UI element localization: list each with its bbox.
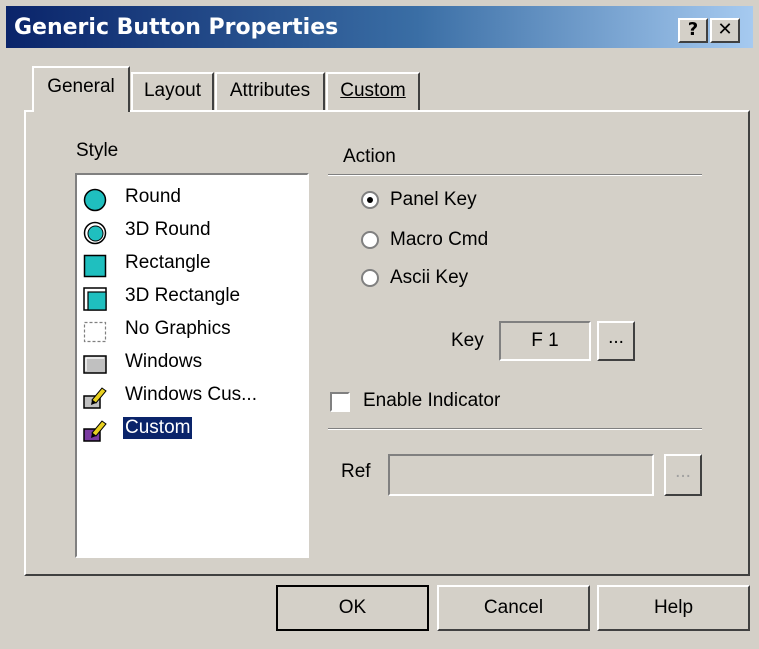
list-item-label: Custom: [123, 417, 193, 439]
dialog-window: Generic Button Properties ? ✕ General La…: [0, 0, 759, 649]
tab-general[interactable]: General: [32, 66, 130, 112]
list-item-label: Round: [125, 186, 181, 207]
tab-general-label: General: [47, 76, 115, 97]
list-item[interactable]: No Graphics: [81, 315, 301, 348]
ref-browse-button[interactable]: ...: [664, 454, 702, 496]
3d-rectangle-icon: [83, 287, 107, 311]
style-label: Style: [76, 140, 119, 161]
key-label: Key: [451, 330, 484, 351]
list-item[interactable]: Windows Cus...: [81, 381, 301, 414]
tab-attributes-label: Attributes: [229, 80, 311, 101]
tab-layout[interactable]: Layout: [131, 72, 214, 110]
help-icon[interactable]: ?: [678, 18, 708, 43]
ok-button[interactable]: OK: [276, 585, 429, 631]
list-item[interactable]: Custom: [81, 414, 301, 447]
round-icon: [83, 188, 107, 212]
radio-panel-key-label[interactable]: Panel Key: [390, 189, 477, 211]
3d-round-icon: [83, 221, 107, 245]
key-value-field[interactable]: F 1: [499, 321, 591, 361]
action-label: Action: [343, 146, 396, 167]
list-item[interactable]: 3D Rectangle: [81, 282, 301, 315]
list-item-label: Rectangle: [125, 252, 211, 273]
radio-macro-cmd-label[interactable]: Macro Cmd: [390, 229, 488, 251]
ref-field[interactable]: [388, 454, 654, 496]
action-separator: [328, 174, 702, 176]
window-title: Generic Button Properties: [14, 15, 339, 40]
tab-layout-label: Layout: [143, 80, 202, 101]
radio-panel-key[interactable]: [361, 191, 379, 209]
help-button[interactable]: Help: [597, 585, 750, 631]
no-graphics-icon: [83, 321, 107, 343]
cancel-button[interactable]: Cancel: [437, 585, 590, 631]
custom-icon: [83, 420, 107, 442]
title-bar[interactable]: Generic Button Properties ? ✕: [6, 6, 753, 48]
radio-ascii-key-label[interactable]: Ascii Key: [390, 267, 468, 289]
list-item-label: Windows: [125, 351, 203, 372]
tab-custom-label: Custom: [340, 80, 406, 101]
list-item[interactable]: 3D Round: [81, 216, 301, 249]
tab-custom[interactable]: Custom: [326, 72, 420, 110]
rectangle-icon: [83, 254, 107, 278]
radio-ascii-key[interactable]: [361, 269, 379, 287]
enable-indicator-checkbox[interactable]: [330, 392, 350, 412]
list-item-label: No Graphics: [125, 318, 231, 339]
ref-label: Ref: [341, 461, 371, 482]
radio-macro-cmd[interactable]: [361, 231, 379, 249]
windows-custom-icon: [83, 387, 107, 409]
list-item-label: 3D Round: [125, 219, 211, 240]
close-icon[interactable]: ✕: [710, 18, 740, 43]
style-listbox[interactable]: Round 3D Round Rectangle 3D Rectangle No…: [75, 173, 309, 558]
list-item[interactable]: Round: [81, 183, 301, 216]
list-item-label: Windows Cus...: [125, 384, 257, 405]
list-item[interactable]: Rectangle: [81, 249, 301, 282]
indicator-separator: [328, 428, 702, 430]
enable-indicator-label[interactable]: Enable Indicator: [363, 390, 500, 412]
radio-selected-dot: [367, 197, 373, 203]
key-browse-button[interactable]: ...: [597, 321, 635, 361]
list-item[interactable]: Windows: [81, 348, 301, 381]
list-item-label: 3D Rectangle: [125, 285, 241, 306]
windows-button-icon: [83, 355, 107, 374]
tab-attributes[interactable]: Attributes: [215, 72, 325, 110]
